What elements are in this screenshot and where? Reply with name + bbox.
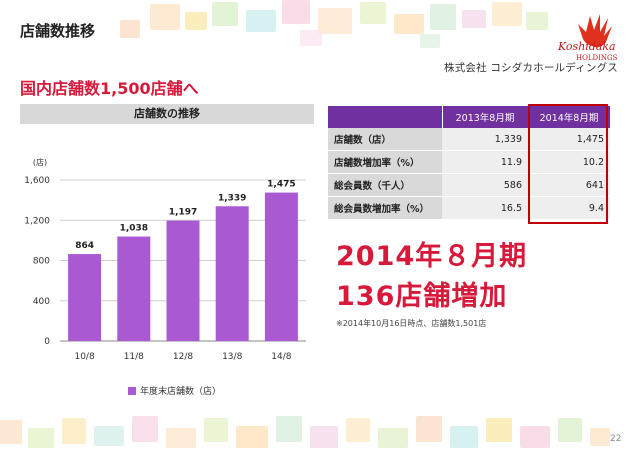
row-label: 総会員数（千人） — [328, 173, 442, 197]
cell-2013: 586 — [442, 173, 528, 197]
logo-brand: Koshidaka — [557, 40, 616, 53]
decorative-tile — [166, 428, 196, 448]
decorative-tile — [462, 10, 486, 28]
page-title: 店舗数推移 — [20, 22, 96, 40]
legend-label: 年度末店舗数（店） — [140, 387, 222, 397]
x-tick-label: 11/8 — [124, 352, 144, 362]
decorative-tile — [450, 426, 478, 448]
y-tick-label: 0 — [44, 337, 50, 347]
data-label: 864 — [75, 241, 94, 251]
cell-2013: 11.9 — [442, 150, 528, 174]
legend-swatch — [128, 386, 136, 395]
decorative-tile — [28, 428, 54, 448]
decorative-tile — [486, 418, 512, 442]
x-tick-label: 13/8 — [222, 352, 242, 362]
y-unit-label: (店) — [33, 157, 47, 167]
data-label: 1,197 — [169, 208, 197, 218]
y-tick-label: 800 — [33, 257, 50, 267]
decorative-tile — [416, 416, 442, 442]
decorative-tile — [430, 4, 456, 30]
table-header-2013: 2013年8月期 — [442, 106, 529, 128]
big-period: 2014年８月期 — [336, 241, 528, 272]
bar — [68, 254, 102, 341]
decorative-tile — [378, 428, 408, 448]
y-tick-label: 1,200 — [24, 216, 50, 226]
cell-2013: 1,339 — [442, 128, 528, 151]
slide: 店舗数推移 Koshidaka HOLDINGS 株式会社 コシダカホールディン… — [0, 0, 640, 453]
decorative-tile — [590, 428, 610, 446]
decorative-tile — [310, 426, 338, 448]
company-name: 株式会社 コシダカホールディングス — [444, 62, 619, 74]
page-number: 22 — [610, 434, 622, 444]
data-label: 1,038 — [120, 224, 148, 234]
decorative-tile — [394, 14, 424, 34]
hand-logo-icon: Koshidaka HOLDINGS — [557, 14, 618, 62]
decorative-tile — [520, 426, 550, 448]
footnote: ※2014年10月16日時点、店舗数1,501店 — [336, 319, 487, 328]
decorative-tile — [185, 12, 207, 30]
row-label: 店舗数（店） — [328, 128, 442, 151]
decorative-tile — [236, 426, 268, 448]
x-tick-label: 14/8 — [271, 352, 291, 362]
big-increase: 136店舗増加 — [336, 281, 508, 312]
y-tick-label: 400 — [33, 297, 50, 307]
decorative-tile — [300, 30, 322, 46]
data-label: 1,339 — [218, 193, 246, 203]
decorative-tile — [558, 418, 582, 442]
company-logo: Koshidaka HOLDINGS — [556, 10, 630, 62]
decorative-tile — [318, 8, 352, 34]
decorative-tile — [246, 10, 276, 32]
decorative-tile — [360, 2, 386, 24]
decorative-tile — [0, 420, 22, 444]
decorative-tile — [62, 418, 86, 444]
decorative-tile — [420, 34, 440, 48]
decorative-tile — [204, 418, 228, 442]
decorative-tile — [150, 4, 180, 30]
headline: 国内店舗数1,500店舗へ — [20, 79, 199, 98]
bar — [264, 192, 298, 341]
highlight-2014-column — [528, 104, 608, 224]
chart-title: 店舗数の推移 — [20, 104, 314, 124]
row-label: 店舗数増加率（%） — [328, 150, 442, 174]
decorative-tile — [526, 12, 548, 30]
decorative-tile — [94, 426, 124, 446]
x-tick-label: 12/8 — [173, 352, 193, 362]
bar — [117, 236, 151, 341]
decorative-tile — [120, 20, 140, 38]
data-label: 1,475 — [267, 180, 295, 190]
decorative-tile — [346, 418, 370, 442]
decorative-tile — [132, 416, 158, 442]
table-header-blank — [328, 106, 443, 128]
decorative-tile — [212, 2, 238, 26]
row-label: 総会員数増加率（%） — [328, 196, 442, 220]
cell-2013: 16.5 — [442, 196, 528, 220]
x-tick-label: 10/8 — [74, 352, 94, 362]
chart-legend: 年度末店舗数（店） — [128, 384, 221, 397]
decorative-tile — [492, 2, 522, 26]
y-tick-label: 1,600 — [24, 176, 50, 186]
bar — [215, 206, 249, 341]
bar — [166, 220, 200, 341]
bar-chart: (店) 0 400 800 1,200 1,600 864 10/8 1,038 11/8 1,19… — [24, 157, 306, 362]
decorative-tile — [276, 416, 302, 442]
decorative-tile — [282, 0, 310, 24]
